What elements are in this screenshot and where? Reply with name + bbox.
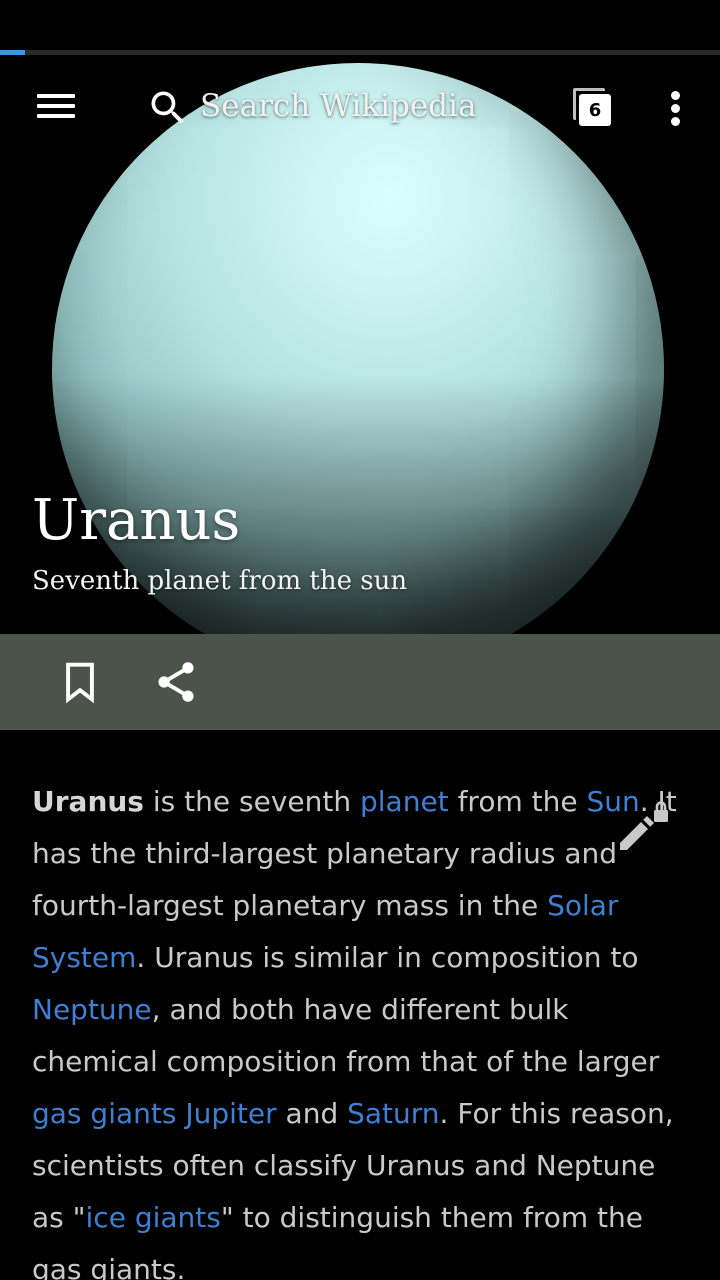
article-text: and — [276, 1097, 348, 1130]
article-subject-bold: Uranus — [32, 785, 144, 818]
article-link[interactable]: ice giants — [86, 1201, 221, 1234]
article-text: from the — [448, 785, 587, 818]
article-action-bar — [0, 634, 720, 730]
article-text: is the seventh — [143, 785, 360, 818]
page-description: Seventh planet from the sun — [32, 566, 408, 596]
page-title: Uranus — [32, 488, 241, 553]
share-button[interactable] — [150, 656, 202, 708]
article-link[interactable]: Sun — [586, 785, 639, 818]
article-lead-paragraph: Uranus is the seventh planet from the Su… — [32, 776, 692, 1280]
toolbar: Search Wikipedia 6 — [0, 60, 720, 152]
search-placeholder: Search Wikipedia — [200, 88, 477, 124]
article-link[interactable]: Jupiter — [185, 1097, 276, 1130]
tab-count-badge: 6 — [579, 94, 611, 126]
bookmark-button[interactable] — [54, 656, 106, 708]
bookmark-icon — [66, 662, 94, 704]
tabs-button[interactable]: 6 — [566, 82, 618, 134]
article-screen: Search Wikipedia 6 Uranus Seventh planet… — [0, 0, 720, 1280]
search-bar[interactable]: Search Wikipedia — [146, 82, 546, 134]
share-icon — [158, 662, 194, 702]
more-vert-icon[interactable] — [658, 84, 694, 132]
article-text: . Uranus is similar in composition to — [136, 941, 639, 974]
article-link[interactable]: gas giants — [32, 1097, 176, 1130]
search-icon — [151, 91, 184, 124]
hamburger-menu-icon[interactable] — [30, 86, 82, 126]
article-link[interactable]: Saturn — [347, 1097, 439, 1130]
article-link[interactable]: Neptune — [32, 993, 152, 1026]
article-link[interactable]: planet — [360, 785, 449, 818]
